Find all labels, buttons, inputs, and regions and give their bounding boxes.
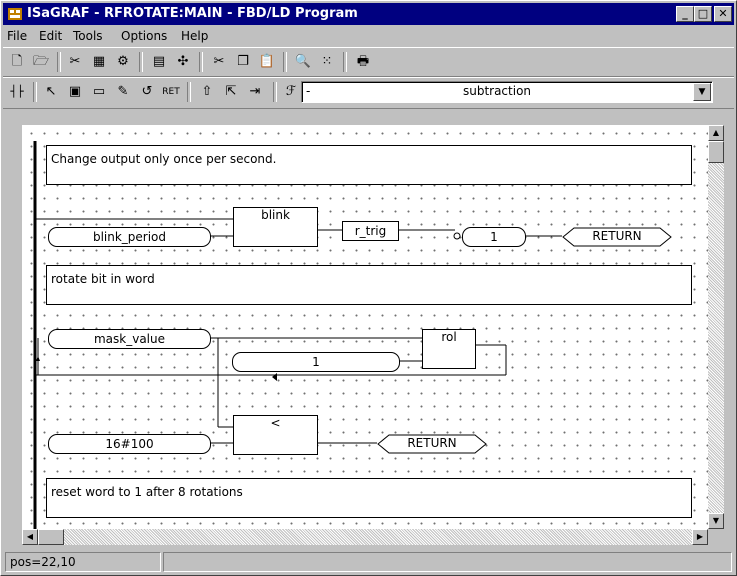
maximize-button[interactable]: □ (694, 6, 712, 22)
monitor-icon[interactable]: ⚙ (113, 52, 133, 72)
status-message (163, 552, 732, 572)
corner-icon[interactable]: ⇱ (221, 82, 241, 102)
isagraf-app-icon (8, 8, 22, 20)
minimize-button[interactable]: _ (676, 6, 694, 22)
comment-output[interactable]: Change output only once per second. (46, 145, 692, 185)
menu-help[interactable]: Help (181, 29, 208, 43)
block-rol[interactable]: rol (422, 329, 476, 369)
return-icon[interactable]: RET (161, 82, 181, 102)
scissors-icon[interactable]: ✂ (209, 52, 229, 72)
menu-options[interactable]: Options (121, 29, 167, 43)
paste-icon[interactable]: 📋 (257, 52, 277, 72)
window-title: ISaGRAF - RFROTATE:MAIN - FBD/LD Program (27, 6, 358, 21)
align-icon[interactable]: ⇧ (197, 82, 217, 102)
combo-value: subtraction (462, 84, 532, 98)
horizontal-scrollbar[interactable]: ◀ ▶ (22, 529, 708, 545)
comment-reset[interactable]: reset word to 1 after 8 rotations (46, 478, 692, 518)
combo-dropdown-icon[interactable]: ▼ (693, 83, 711, 101)
var-one-shift[interactable]: 1 (232, 352, 400, 372)
fbd-toolbar: ┤├ ↖ ▣ ▭ ✎ ↺ RET ⇧ ⇱ ⇥ ℱ - subtraction ▼ (3, 77, 734, 109)
var-one-output[interactable]: 1 (462, 227, 526, 247)
grid-icon[interactable]: ⁙ (317, 52, 337, 72)
return-2-label: RETURN (407, 436, 457, 450)
return-1-label: RETURN (592, 229, 642, 243)
connect-icon[interactable]: ⇥ (245, 82, 265, 102)
link-icon[interactable]: ✣ (173, 52, 193, 72)
scroll-right-icon[interactable]: ▶ (692, 529, 708, 545)
menu-file[interactable]: File (7, 29, 27, 43)
main-toolbar: 🗋 🗁 ✂ ▦ ⚙ ▤ ✣ ✂ ❐ 📋 🔍 ⁙ 🖶 (3, 47, 734, 77)
vertical-scroll-thumb[interactable] (708, 141, 724, 163)
fbd-canvas[interactable]: Change output only once per second. rota… (22, 125, 708, 529)
comment-rotate[interactable]: rotate bit in word (46, 265, 692, 305)
scroll-down-icon[interactable]: ▼ (708, 513, 724, 529)
contact-icon[interactable]: ┤├ (7, 82, 27, 102)
jump-icon[interactable]: ↺ (137, 82, 157, 102)
return-1[interactable]: RETURN (562, 227, 672, 250)
status-bar: pos=22,10 (3, 550, 734, 572)
var-blink-period[interactable]: blink_period (48, 227, 211, 247)
horizontal-scroll-thumb[interactable] (38, 529, 64, 545)
new-icon[interactable]: 🗋 (7, 52, 27, 72)
block-blink[interactable]: blink (233, 207, 318, 247)
select-pointer-icon[interactable]: ↖ (41, 82, 61, 102)
scroll-left-icon[interactable]: ◀ (22, 529, 38, 545)
var-mask-value[interactable]: mask_value (48, 329, 211, 349)
cut-tool-icon[interactable]: ✂ (65, 52, 85, 72)
block-type-combo[interactable]: - subtraction ▼ (301, 81, 713, 103)
library-icon[interactable]: ▤ (149, 52, 169, 72)
isagraf-window: ISaGRAF - RFROTATE:MAIN - FBD/LD Program… (0, 0, 737, 576)
title-bar[interactable]: ISaGRAF - RFROTATE:MAIN - FBD/LD Program… (3, 3, 734, 25)
copy-icon[interactable]: ❐ (233, 52, 253, 72)
scroll-corner (708, 529, 724, 545)
menu-tools[interactable]: Tools (73, 29, 103, 43)
status-position: pos=22,10 (5, 552, 161, 572)
function-icon[interactable]: ℱ (281, 82, 301, 102)
zoom-icon[interactable]: 🔍 (293, 52, 313, 72)
link-draw-icon[interactable]: ✎ (113, 82, 133, 102)
open-icon[interactable]: 🗁 (31, 52, 51, 72)
vertical-scrollbar[interactable]: ▲ ▼ (708, 125, 724, 529)
scroll-up-icon[interactable]: ▲ (708, 125, 724, 141)
close-button[interactable]: ✕ (714, 6, 732, 22)
variable-icon[interactable]: ▭ (89, 82, 109, 102)
fbd-wires (33, 141, 562, 529)
menu-bar: File Edit Tools Options Help (3, 26, 734, 46)
return-2[interactable]: RETURN (377, 434, 487, 457)
block-icon[interactable]: ▣ (65, 82, 85, 102)
menu-edit[interactable]: Edit (39, 29, 62, 43)
compile-icon[interactable]: ▦ (89, 52, 109, 72)
var-hex100[interactable]: 16#100 (48, 434, 211, 454)
print-icon[interactable]: 🖶 (353, 52, 373, 72)
block-less-than[interactable]: < (233, 415, 318, 455)
block-r-trig[interactable]: r_trig (342, 221, 399, 241)
